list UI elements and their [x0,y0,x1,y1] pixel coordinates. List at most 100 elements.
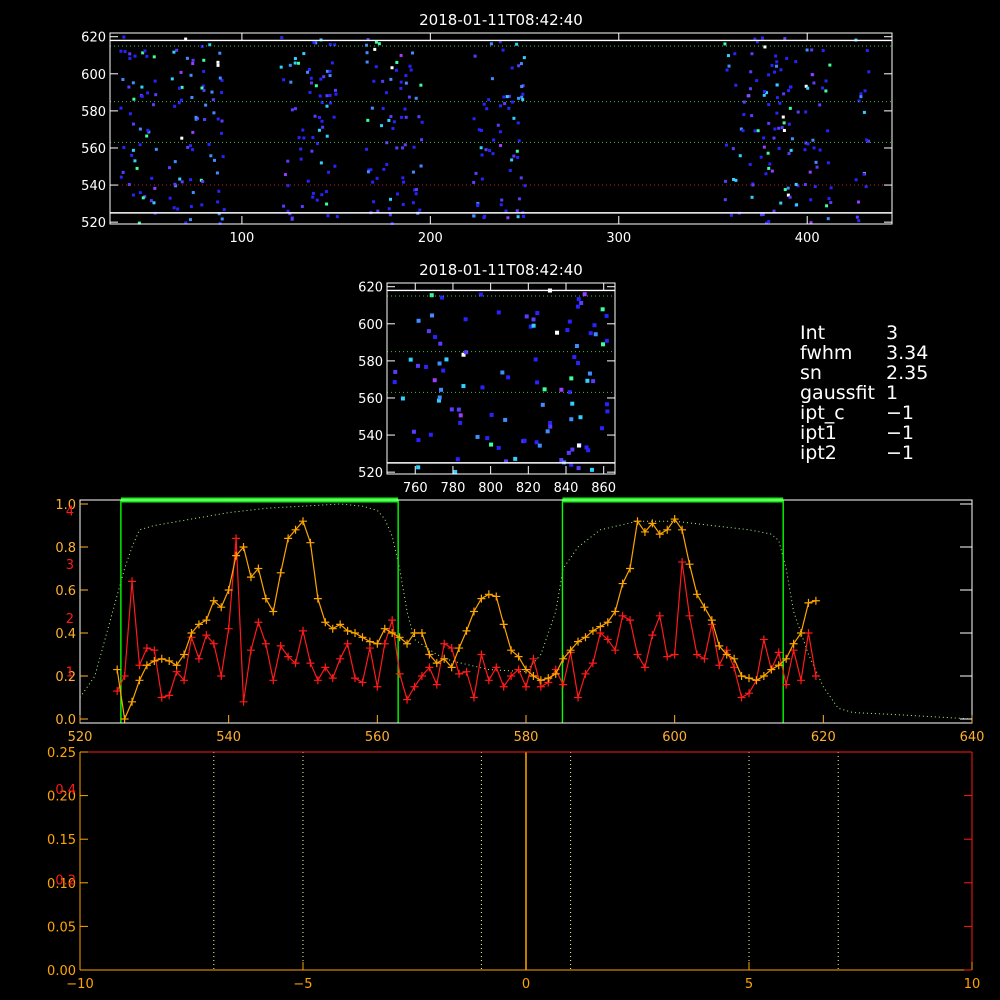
param-key: fwhm [800,342,853,364]
param-row-ipt-c: ipt_c −1 [800,403,928,423]
param-value: −1 [886,422,915,444]
image-pixel [783,37,787,41]
image-pixel [140,94,144,98]
image-pixel [138,143,142,147]
image-pixel [475,434,480,439]
image-pixel [768,162,772,166]
red-series-point [626,616,635,625]
image-pixel [191,58,195,62]
image-pixel [731,147,735,151]
image-pixel [489,412,494,417]
red-series-point [120,672,129,680]
orange-series-point [596,622,605,631]
image-pixel [855,215,859,219]
image-pixel [131,148,135,152]
image-pixel [805,48,809,52]
orange-series-point [692,590,701,599]
image-pixel [437,395,442,400]
image-pixel [517,96,521,100]
red-series-point [492,663,501,672]
image-pixel [216,63,220,67]
y-tick-label: 0.8 [55,541,76,556]
image-pixel [149,199,153,203]
y-tick-label: 0.4 [55,627,76,642]
param-row-fwhm: fwhm 3.34 [800,343,928,363]
image-pixel [808,170,812,174]
image-pixel [479,146,483,150]
red-series-point [715,661,724,670]
image-pixel [173,160,177,164]
image-pixel [366,170,370,174]
image-pixel [770,169,774,173]
image-pixel [601,342,606,347]
x-tick-label: 760 [403,481,428,496]
image-pixel [211,98,215,102]
orange-series-point [477,594,486,603]
image-pixel [576,466,581,471]
image-pixel [516,155,520,159]
image-pixel [770,63,774,67]
param-value: 3.34 [886,342,929,364]
orange-series-point [745,674,753,683]
pixel-scatter [392,288,610,474]
image-pixel [455,457,460,462]
red-series-point [559,680,568,689]
image-pixel [782,92,786,96]
image-pixel [829,186,833,190]
red-series-point [648,631,657,640]
image-pixel [751,183,755,187]
image-pixel [507,106,511,110]
red-series-point [774,648,783,657]
image-pixel [380,124,384,128]
x-tick-label: 560 [365,730,390,745]
x-tick-label: 800 [478,481,503,496]
image-pixel [531,323,536,328]
image-pixel [795,203,799,207]
orange-series-point [811,596,820,605]
image-pixel [324,190,328,194]
param-row-gaussfit: gaussfit 1 [800,383,928,403]
red-series-point [165,691,174,700]
image-pixel [385,163,389,167]
orange-series-point [373,639,382,648]
image-pixel [522,56,526,60]
image-pixel [384,91,388,95]
red-series-point [432,680,441,689]
param-key: ipt2 [800,442,837,464]
param-row-ipt1: ipt1 −1 [800,423,928,443]
orange-series-point [165,656,174,665]
image-pixel [600,307,605,312]
image-pixel [826,161,830,165]
image-pixel [499,144,503,148]
image-pixel [519,176,523,180]
image-pixel [365,147,369,151]
image-pixel [572,355,577,360]
image-pixel [402,180,406,184]
image-pixel [473,54,477,58]
image-pixel [826,129,830,133]
y-tick-label: 560 [358,392,383,407]
image-pixel [403,107,407,111]
image-pixel [787,152,791,156]
red-series-point [618,611,627,620]
image-pixel [381,107,385,111]
image-pixel [492,138,496,142]
red-tick-label: 1 [66,666,74,681]
image-pixel [762,136,766,140]
image-panel-2: 2018-01-11T08:42:40 760 780 800 820 840 860 520… [358,261,616,496]
image-pixel [806,86,810,90]
y-tick-label: 0.25 [47,746,76,761]
image-pixel [318,115,322,119]
image-pixel [762,93,766,97]
image-pixel [814,160,818,164]
image-pixel [370,106,374,110]
image-pixel [381,79,385,83]
image-pixel [727,64,731,68]
image-pixel [432,378,437,383]
red-series-point [351,674,360,683]
image-pixel [154,147,158,151]
image-pixel [382,167,386,171]
x-tick-label: 540 [216,730,241,745]
image-pixel [576,297,581,302]
image-pixel [178,177,182,181]
